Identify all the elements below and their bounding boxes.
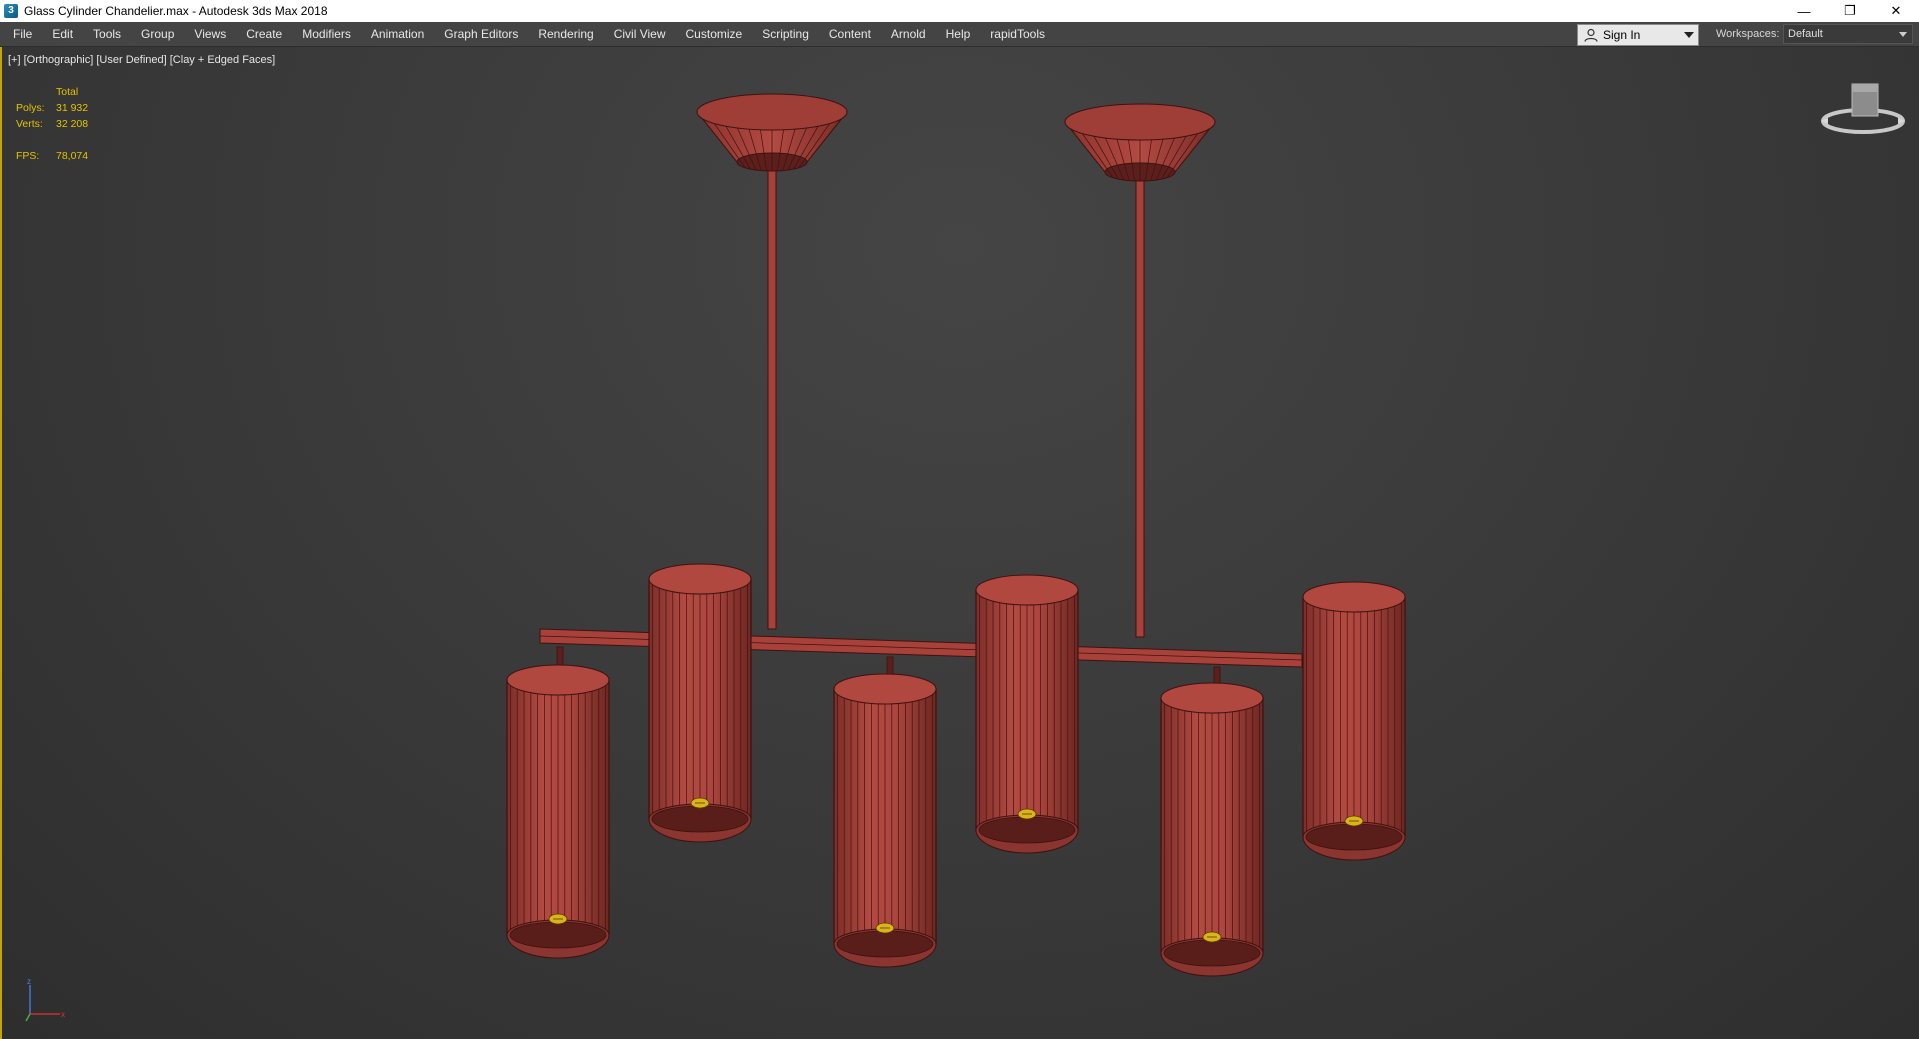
menu-file[interactable]: File (0, 22, 42, 46)
cylinder-5-top (1160, 682, 1264, 714)
chandelier-mesh (506, 93, 1406, 977)
cylinder-3-top (833, 673, 937, 705)
menu-scripting[interactable]: Scripting (752, 22, 819, 46)
menu-animation[interactable]: Animation (361, 22, 434, 46)
rod-left (767, 158, 777, 630)
workspaces-label: Workspaces: (1716, 28, 1780, 40)
viewcube-icon[interactable] (1818, 79, 1908, 139)
menu-group[interactable]: Group (131, 22, 184, 46)
chandelier-model[interactable] (2, 47, 1919, 1039)
menu-content[interactable]: Content (819, 22, 881, 46)
menu-arnold[interactable]: Arnold (881, 22, 936, 46)
axis-tripod-icon: z x (25, 979, 65, 1022)
window-controls: — ❐ ✕ (1781, 0, 1919, 22)
rod-right (1135, 168, 1145, 638)
minimize-button[interactable]: — (1781, 0, 1827, 22)
menu-graph-editors[interactable]: Graph Editors (434, 22, 528, 46)
window-title: Glass Cylinder Chandelier.max - Autodesk… (24, 4, 328, 18)
chevron-down-icon (1899, 31, 1907, 37)
svg-text:z: z (27, 979, 31, 986)
menu-civil-view[interactable]: Civil View (604, 22, 676, 46)
cylinder-2-top (648, 563, 752, 595)
cylinder-6-top (1302, 581, 1406, 613)
title-bar: 3 Glass Cylinder Chandelier.max - Autode… (0, 0, 1919, 22)
close-button[interactable]: ✕ (1873, 0, 1919, 22)
cylinder-4-top (975, 574, 1079, 606)
sign-in-button[interactable]: Sign In (1577, 24, 1699, 46)
menu-edit[interactable]: Edit (42, 22, 83, 46)
menu-tools[interactable]: Tools (83, 22, 131, 46)
3ds-max-icon[interactable]: 3 (4, 4, 18, 18)
canopy-right-top (1064, 103, 1216, 141)
menu-create[interactable]: Create (236, 22, 292, 46)
menu-modifiers[interactable]: Modifiers (292, 22, 361, 46)
menu-help[interactable]: Help (936, 22, 981, 46)
workspaces-dropdown[interactable]: Default (1783, 24, 1913, 44)
perspective-viewport[interactable]: [+] [Orthographic] [User Defined] [Clay … (0, 47, 1919, 1039)
canopy-left-top (696, 93, 848, 131)
menu-rapidtools[interactable]: rapidTools (980, 22, 1055, 46)
menu-customize[interactable]: Customize (676, 22, 753, 46)
menu-views[interactable]: Views (184, 22, 236, 46)
svg-text:x: x (61, 1010, 65, 1019)
restore-button[interactable]: ❐ (1827, 0, 1873, 22)
user-icon (1584, 28, 1598, 42)
sign-in-label: Sign In (1603, 28, 1641, 42)
workspaces-value: Default (1788, 28, 1823, 40)
menu-rendering[interactable]: Rendering (528, 22, 603, 46)
chevron-down-icon[interactable] (1684, 32, 1694, 38)
cylinder-1-top (506, 664, 610, 696)
